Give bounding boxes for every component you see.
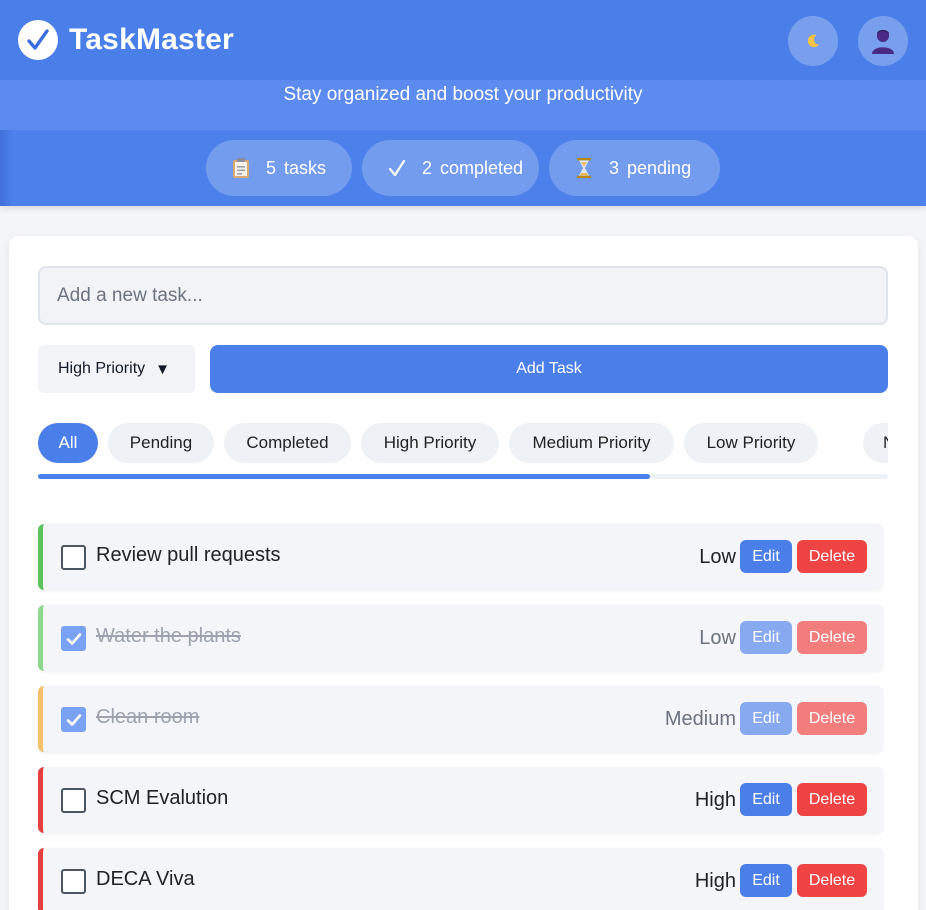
edit-task-button[interactable]: Edit bbox=[740, 864, 792, 897]
task-priority-label: Low bbox=[699, 546, 736, 568]
task-item: SCM Evalution High Edit Delete bbox=[38, 767, 883, 833]
new-task-input[interactable] bbox=[38, 266, 888, 325]
filter-scrollbar-thumb[interactable] bbox=[38, 474, 650, 479]
task-title: Water the plants bbox=[96, 625, 241, 647]
hourglass-icon bbox=[573, 157, 595, 179]
edit-task-button[interactable]: Edit bbox=[740, 783, 792, 816]
task-item: Review pull requests Low Edit Delete bbox=[38, 524, 883, 590]
add-task-button[interactable]: Add Task bbox=[210, 345, 888, 393]
filter-low-priority[interactable]: Low Priority bbox=[684, 423, 818, 463]
stat-pending-count: 3 bbox=[609, 157, 620, 178]
filter-pending[interactable]: Pending bbox=[108, 423, 214, 463]
delete-task-button[interactable]: Delete bbox=[797, 783, 867, 816]
clipboard-icon bbox=[230, 157, 252, 179]
task-checkbox[interactable] bbox=[61, 707, 86, 732]
task-item: Water the plants Low Edit Delete bbox=[38, 605, 883, 671]
task-priority-label: Medium bbox=[664, 708, 736, 730]
user-avatar-icon bbox=[872, 30, 894, 54]
task-checkbox[interactable] bbox=[61, 626, 86, 651]
task-title: SCM Evalution bbox=[96, 787, 229, 809]
app-header: TaskMaster Stay organized and boost your… bbox=[0, 0, 926, 206]
task-item: DECA Viva High Edit Delete bbox=[38, 848, 883, 910]
stat-pending-label: pending bbox=[627, 157, 692, 178]
task-checkbox[interactable] bbox=[61, 545, 86, 570]
task-title: Clean room bbox=[96, 706, 200, 728]
filter-all[interactable]: All bbox=[38, 423, 98, 463]
checkmark-icon bbox=[386, 159, 408, 177]
filter-scrollbar[interactable] bbox=[38, 474, 888, 479]
stat-completed: 2 completed bbox=[362, 140, 539, 196]
task-priority-label: High bbox=[694, 870, 736, 892]
delete-task-button[interactable]: Delete bbox=[797, 702, 867, 735]
task-title: Review pull requests bbox=[96, 544, 281, 566]
priority-select-value: High Priority bbox=[58, 360, 146, 377]
filter-completed[interactable]: Completed bbox=[224, 423, 351, 463]
checkmark-icon bbox=[66, 632, 81, 645]
dropdown-arrow-icon: ▼ bbox=[155, 360, 170, 378]
stat-total-tasks: 5 tasks bbox=[206, 140, 352, 196]
edit-task-button[interactable]: Edit bbox=[740, 621, 792, 654]
task-checkbox[interactable] bbox=[61, 869, 86, 894]
filter-high-priority[interactable]: High Priority bbox=[361, 423, 499, 463]
task-priority-label: Low bbox=[699, 627, 736, 649]
priority-select[interactable]: High Priority ▼ bbox=[38, 345, 195, 393]
app-title: TaskMaster bbox=[69, 23, 234, 56]
top-bar: TaskMaster bbox=[0, 0, 926, 80]
edit-task-button[interactable]: Edit bbox=[740, 702, 792, 735]
app-subtitle: Stay organized and boost your productivi… bbox=[283, 84, 643, 105]
stat-completed-label: completed bbox=[440, 157, 524, 178]
task-priority-label: High bbox=[694, 789, 736, 811]
filter-medium-priority[interactable]: Medium Priority bbox=[509, 423, 674, 463]
task-item: Clean room Medium Edit Delete bbox=[38, 686, 883, 752]
task-checkbox[interactable] bbox=[61, 788, 86, 813]
checkmark-icon bbox=[66, 713, 81, 726]
stat-tasks-label: tasks bbox=[284, 157, 327, 178]
logo[interactable]: TaskMaster bbox=[18, 20, 234, 60]
checkmark-logo-icon bbox=[18, 20, 58, 60]
stat-completed-count: 2 bbox=[422, 157, 433, 178]
user-profile-button[interactable] bbox=[858, 16, 908, 66]
stat-tasks-count: 5 bbox=[266, 157, 277, 178]
stat-pending: 3 pending bbox=[549, 140, 720, 196]
edit-task-button[interactable]: Edit bbox=[740, 540, 792, 573]
task-title: DECA Viva bbox=[96, 868, 195, 890]
filter-more[interactable]: N bbox=[863, 423, 888, 463]
delete-task-button[interactable]: Delete bbox=[797, 621, 867, 654]
theme-toggle-button[interactable] bbox=[788, 16, 838, 66]
delete-task-button[interactable]: Delete bbox=[797, 540, 867, 573]
delete-task-button[interactable]: Delete bbox=[797, 864, 867, 897]
moon-icon bbox=[807, 34, 819, 48]
filter-bar: All Pending Completed High Priority Medi… bbox=[38, 423, 888, 465]
